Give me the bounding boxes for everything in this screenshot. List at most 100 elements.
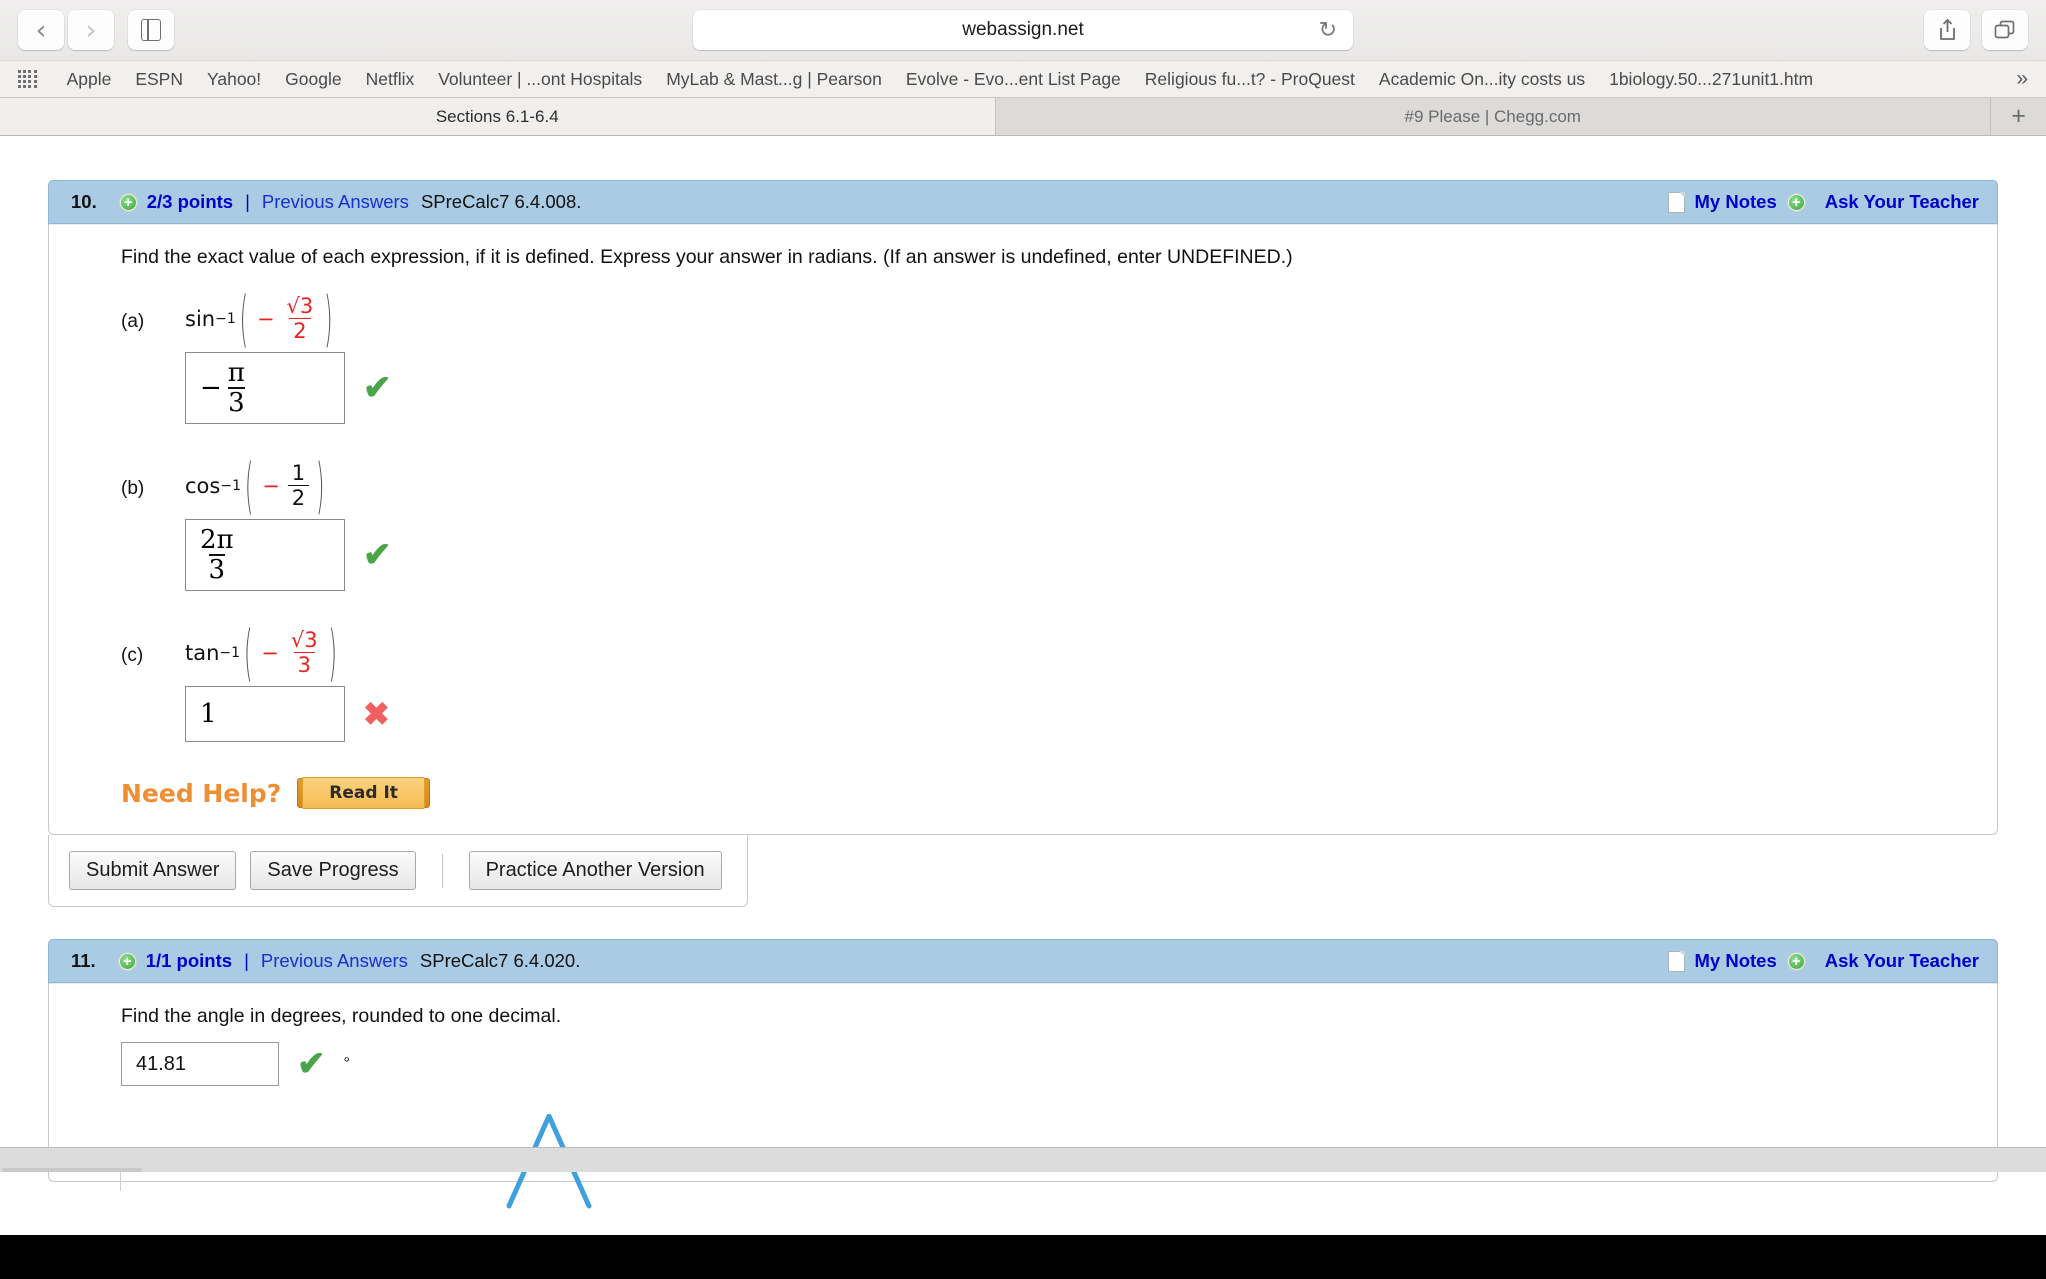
part-c-answer-row: 1 ✖ — [185, 686, 1975, 742]
bookmark-google[interactable]: Google — [273, 65, 353, 94]
bookmark-1biology[interactable]: 1biology.50...271unit1.htm — [1597, 65, 1825, 94]
screen-bottom-letterbox — [0, 1235, 2046, 1279]
share-button[interactable] — [1924, 10, 1970, 50]
bookmarks-overflow-icon[interactable]: » — [2008, 67, 2036, 91]
bookmark-yahoo[interactable]: Yahoo! — [195, 65, 273, 94]
address-bar[interactable]: webassign.net ↻ — [693, 10, 1353, 50]
my-notes-link[interactable]: My Notes — [1695, 191, 1777, 213]
need-help-label: Need Help? — [121, 779, 281, 808]
tab-overview-icon — [1994, 20, 2016, 40]
part-a-label: (a) — [121, 295, 163, 333]
sidebar-toggle-icon — [141, 19, 161, 41]
submit-answer-button[interactable]: Submit Answer — [69, 851, 236, 890]
part-b-answer-denominator: 3 — [209, 554, 226, 584]
read-it-button-frame[interactable]: Read It — [297, 778, 430, 808]
part-a-argument-fraction: √3 2 — [283, 295, 318, 342]
close-paren-icon: ) — [324, 284, 332, 354]
tab-overview-button[interactable] — [1982, 10, 2028, 50]
part-a-arg-numerator: √3 — [283, 295, 318, 318]
url-text: webassign.net — [962, 19, 1083, 41]
bookmarks-bar: Apple ESPN Yahoo! Google Netflix Volunte… — [0, 60, 2046, 98]
part-c-label: (c) — [121, 629, 163, 667]
close-paren-icon: ) — [316, 451, 324, 521]
forward-button[interactable]: › — [68, 10, 114, 50]
bookmark-espn[interactable]: ESPN — [123, 65, 195, 94]
question-number: 10. — [71, 191, 97, 213]
save-progress-button[interactable]: Save Progress — [250, 851, 415, 890]
question-code: SPreCalc7 6.4.020. — [420, 950, 580, 972]
new-tab-button[interactable]: + — [1990, 98, 2046, 135]
part-a-answer-sign: − — [200, 373, 222, 403]
browser-toolbar: ‹ › webassign.net ↻ — [0, 0, 2046, 60]
tab-label: #9 Please | Chegg.com — [1405, 107, 1581, 127]
ask-your-teacher-link[interactable]: Ask Your Teacher — [1825, 191, 1979, 213]
read-it-button[interactable]: Read It — [302, 777, 425, 809]
sidebar-toggle-button[interactable] — [128, 10, 174, 50]
part-c-incorrect-cross-icon: ✖ — [363, 698, 390, 730]
part-b-answer-box[interactable]: 2π 3 — [185, 519, 345, 591]
question-10-prompt: Find the exact value of each expression,… — [71, 246, 1975, 269]
question-10-body: Find the exact value of each expression,… — [48, 224, 1998, 835]
part-a-answer-row: − π 3 ✔ — [185, 352, 1975, 424]
question-10-actions: Submit Answer Save Progress Practice Ano… — [48, 835, 748, 907]
part-b-answer-row: 2π 3 ✔ — [185, 519, 1975, 591]
part-c-arg-numerator: √3 — [287, 629, 322, 652]
previous-answers-link[interactable]: Previous Answers — [262, 191, 409, 213]
question-11-answer-row: 41.81 ✔ ° — [121, 1042, 1975, 1086]
note-page-icon[interactable] — [1668, 192, 1685, 213]
tab-chegg[interactable]: #9 Please | Chegg.com — [995, 98, 1991, 135]
part-c-expression: tan−1 ( − √3 3 ) — [185, 629, 341, 676]
previous-answers-link[interactable]: Previous Answers — [261, 950, 408, 972]
share-icon — [1938, 19, 1957, 41]
question-number: 11. — [71, 950, 96, 972]
ask-your-teacher-link[interactable]: Ask Your Teacher — [1825, 950, 1979, 972]
my-notes-link[interactable]: My Notes — [1695, 950, 1777, 972]
open-paren-icon: ( — [244, 618, 252, 688]
points-label: 2/3 points — [147, 191, 233, 213]
part-a-arg-sign: − — [257, 307, 275, 331]
part-c-arg-denominator: 3 — [294, 652, 315, 676]
part-b-arg-sign: − — [262, 474, 280, 498]
expand-plus-icon[interactable]: + — [119, 193, 138, 212]
horizontal-scrollbar-thumb[interactable] — [2, 1168, 142, 1172]
practice-another-version-button[interactable]: Practice Another Version — [469, 851, 722, 890]
part-a-expression-row: (a) sin−1 ( − √3 2 ) — [121, 295, 1975, 342]
part-b-expression-row: (b) cos−1 ( − 1 2 ) — [121, 462, 1975, 509]
back-button[interactable]: ‹ — [18, 10, 64, 50]
chevron-left-icon: ‹ — [36, 17, 47, 44]
bookmark-apple[interactable]: Apple — [55, 65, 124, 94]
bookmark-volunteer[interactable]: Volunteer | ...ont Hospitals — [426, 65, 654, 94]
part-c-answer-value: 1 — [200, 699, 217, 729]
question-11-prompt: Find the angle in degrees, rounded to on… — [71, 1005, 1975, 1028]
degree-unit-label: ° — [344, 1055, 350, 1073]
close-paren-icon: ) — [329, 618, 337, 688]
navigation-controls: ‹ › — [18, 10, 174, 50]
part-c-answer-box[interactable]: 1 — [185, 686, 345, 742]
tab-bar: Sections 6.1-6.4 #9 Please | Chegg.com + — [0, 98, 2046, 136]
note-page-icon[interactable] — [1668, 951, 1685, 972]
horizontal-scrollbar[interactable] — [0, 1147, 2046, 1172]
question-10-header: 10. + 2/3 points | Previous Answers SPre… — [48, 180, 1998, 224]
reload-icon[interactable]: ↻ — [1319, 19, 1337, 41]
part-c: (c) tan−1 ( − √3 3 ) — [121, 629, 1975, 742]
tab-sections-6-1-6-4[interactable]: Sections 6.1-6.4 — [0, 98, 995, 135]
actions-divider — [442, 854, 443, 888]
bookmark-mylab[interactable]: MyLab & Mast...g | Pearson — [654, 65, 894, 94]
ask-teacher-plus-icon[interactable]: + — [1787, 952, 1806, 971]
apps-grid-icon[interactable] — [18, 70, 37, 89]
part-a-expression: sin−1 ( − √3 2 ) — [185, 295, 337, 342]
bookmark-proquest[interactable]: Religious fu...t? - ProQuest — [1133, 65, 1367, 94]
bookmark-netflix[interactable]: Netflix — [354, 65, 427, 94]
page-content: 10. + 2/3 points | Previous Answers SPre… — [0, 136, 2046, 1216]
bookmark-academic-onefile[interactable]: Academic On...ity costs us — [1367, 65, 1597, 94]
bookmark-evolve[interactable]: Evolve - Evo...ent List Page — [894, 65, 1133, 94]
need-help-row: Need Help? Read It — [121, 778, 1975, 808]
part-b-answer-numerator: 2π — [200, 527, 234, 554]
expand-plus-icon[interactable]: + — [118, 952, 137, 971]
ask-teacher-plus-icon[interactable]: + — [1787, 193, 1806, 212]
part-b-label: (b) — [121, 462, 163, 500]
question-11-correct-check-icon: ✔ — [297, 1047, 326, 1081]
part-a-answer-box[interactable]: − π 3 — [185, 352, 345, 424]
part-b-exponent: −1 — [220, 478, 241, 494]
question-11-answer-input[interactable]: 41.81 — [121, 1042, 279, 1086]
